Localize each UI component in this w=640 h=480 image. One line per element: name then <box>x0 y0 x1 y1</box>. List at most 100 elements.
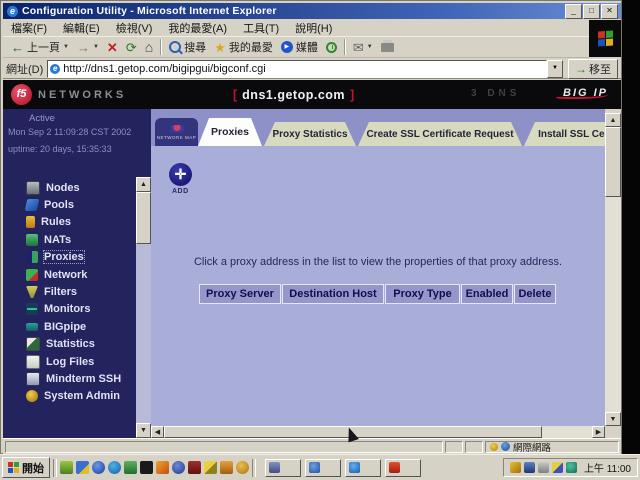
sidebar-item-filters[interactable]: Filters <box>3 283 136 300</box>
search-button[interactable]: 搜尋 <box>165 38 210 56</box>
history-icon <box>326 42 337 53</box>
menu-view[interactable]: 檢視(V) <box>108 20 161 36</box>
vertical-scrollbar[interactable]: ▲ ▼ <box>605 113 621 426</box>
page-favicon: e <box>50 64 60 74</box>
menu-edit[interactable]: 編輯(E) <box>55 20 108 36</box>
scrollbar-thumb[interactable] <box>136 192 151 244</box>
scrollbar-corner <box>605 426 621 438</box>
task-button-2[interactable] <box>305 459 341 477</box>
system-tray: 上午 11:00 <box>503 458 638 477</box>
add-button[interactable]: ✛ <box>169 163 192 186</box>
network-icon <box>26 269 38 281</box>
quicklaunch-icon-9[interactable] <box>188 461 201 474</box>
minimize-button[interactable]: _ <box>565 4 582 19</box>
forward-button[interactable]: → ▼ <box>73 40 103 55</box>
address-dropdown-button[interactable]: ▼ <box>547 60 563 78</box>
search-icon <box>169 41 181 53</box>
quicklaunch-icon-11[interactable] <box>220 461 233 474</box>
network-map-tab[interactable]: NETWORK MAP <box>155 118 198 146</box>
statistics-icon <box>26 337 40 351</box>
quicklaunch-icon-7[interactable] <box>156 461 169 474</box>
quicklaunch-icon-10[interactable] <box>204 461 217 474</box>
task-button-1[interactable] <box>265 459 301 477</box>
menu-favorites[interactable]: 我的最愛(A) <box>160 20 235 36</box>
sidebar-item-nats[interactable]: NATs <box>3 231 136 248</box>
favorites-icon: ★ <box>214 41 226 54</box>
sidebar-item-system-admin[interactable]: System Admin <box>3 388 136 405</box>
sidebar-item-rules[interactable]: Rules <box>3 214 136 231</box>
tab-install-ssl-certificate[interactable]: Install SSL Certif <box>524 122 605 146</box>
favorites-button[interactable]: ★ 我的最愛 <box>210 38 277 56</box>
tray-icon-2[interactable] <box>524 462 535 473</box>
stop-button[interactable]: ✕ <box>103 40 122 55</box>
quicklaunch-icon-2[interactable] <box>76 461 89 474</box>
history-button[interactable] <box>322 41 341 54</box>
tray-icon-4[interactable] <box>552 462 563 473</box>
address-input[interactable]: e http://dns1.getop.com/bigipgui/bigconf… <box>47 60 547 78</box>
media-button[interactable]: ▶ 媒體 <box>277 38 322 56</box>
quicklaunch-icon-5[interactable] <box>124 461 137 474</box>
mail-button[interactable]: ✉ ▼ <box>349 40 377 55</box>
refresh-button[interactable]: ⟳ <box>122 40 141 55</box>
quicklaunch-icon-4[interactable] <box>108 461 121 474</box>
quicklaunch-icon-3[interactable] <box>92 461 105 474</box>
quicklaunch-icon-8[interactable] <box>172 461 185 474</box>
task-button-4[interactable] <box>385 459 421 477</box>
tray-icon-5[interactable] <box>566 462 577 473</box>
bracket-left: [ <box>233 88 237 102</box>
sidebar-item-network[interactable]: Network <box>3 266 136 283</box>
taskbar-clock[interactable]: 上午 11:00 <box>584 460 631 475</box>
menu-file[interactable]: 檔案(F) <box>3 20 55 36</box>
sidebar-item-statistics[interactable]: Statistics <box>3 336 136 353</box>
sidebar-item-mindterm-ssh[interactable]: Mindterm SSH <box>3 370 136 387</box>
task-button-3[interactable] <box>345 459 381 477</box>
tab-proxy-statistics[interactable]: Proxy Statistics <box>264 122 356 146</box>
scroll-down-icon[interactable]: ▼ <box>136 423 151 438</box>
tab-proxies[interactable]: Proxies <box>198 118 262 146</box>
taskbar-divider <box>53 459 57 477</box>
security-zone-pane: 網際網路 <box>485 441 619 453</box>
back-button[interactable]: ← 上一頁 ▼ <box>7 38 73 56</box>
monitors-icon <box>26 303 38 315</box>
quicklaunch-icon-6[interactable] <box>140 461 153 474</box>
sidebar-item-nodes[interactable]: Nodes <box>3 179 136 196</box>
scrollbar-thumb[interactable] <box>605 127 621 197</box>
status-message-pane <box>5 441 443 453</box>
f5-brand-header: f5 NETWORKS [ dns1.getop.com ] 3 DNS BIG… <box>3 80 621 109</box>
maximize-button[interactable]: □ <box>583 4 600 19</box>
tray-icon-3[interactable] <box>538 462 549 473</box>
bracket-right: ] <box>350 88 354 102</box>
tray-volume-icon[interactable] <box>510 462 521 473</box>
scroll-right-icon[interactable]: ▶ <box>592 426 605 438</box>
forward-dropdown-icon[interactable]: ▼ <box>93 44 99 50</box>
sidebar-scrollbar[interactable]: ▲ ▼ <box>136 177 151 438</box>
tab-create-ssl-certificate-request[interactable]: Create SSL Certificate Request <box>358 122 522 146</box>
scroll-down-icon[interactable]: ▼ <box>605 412 621 426</box>
menu-help[interactable]: 說明(H) <box>287 20 340 36</box>
close-button[interactable]: ✕ <box>601 4 618 19</box>
home-button[interactable]: ⌂ <box>141 40 157 55</box>
print-button[interactable] <box>377 42 398 53</box>
scroll-up-icon[interactable]: ▲ <box>136 177 151 192</box>
back-dropdown-icon[interactable]: ▼ <box>63 44 69 50</box>
quicklaunch-icon-12[interactable] <box>236 461 249 474</box>
mail-dropdown-icon[interactable]: ▼ <box>367 44 373 50</box>
sidebar-item-bigpipe[interactable]: BIGpipe <box>3 318 136 335</box>
proxy-table-header-row: Proxy Server Destination Host Proxy Type… <box>151 284 605 304</box>
sidebar-item-logfiles[interactable]: Log Files <box>3 353 136 370</box>
sidebar-item-proxies[interactable]: Proxies <box>3 249 136 266</box>
ie-window: e Configuration Utility - Microsoft Inte… <box>0 0 622 454</box>
taskbar: 開始 上午 1 <box>0 454 640 480</box>
menu-tools[interactable]: 工具(T) <box>235 20 287 36</box>
scroll-up-icon[interactable]: ▲ <box>605 113 621 127</box>
start-button[interactable]: 開始 <box>2 457 50 478</box>
scroll-left-icon[interactable]: ◀ <box>151 426 164 438</box>
quicklaunch-icon-1[interactable] <box>60 461 73 474</box>
proxies-icon <box>26 251 38 263</box>
sidebar-nav: Nodes Pools Rules NATs Proxies <box>3 179 136 405</box>
network-map-icon <box>170 125 184 133</box>
horizontal-scrollbar[interactable]: ◀ ▶ <box>151 426 605 438</box>
sidebar-item-monitors[interactable]: Monitors <box>3 301 136 318</box>
go-button[interactable]: → 移至 <box>568 59 618 79</box>
sidebar-item-pools[interactable]: Pools <box>3 196 136 213</box>
